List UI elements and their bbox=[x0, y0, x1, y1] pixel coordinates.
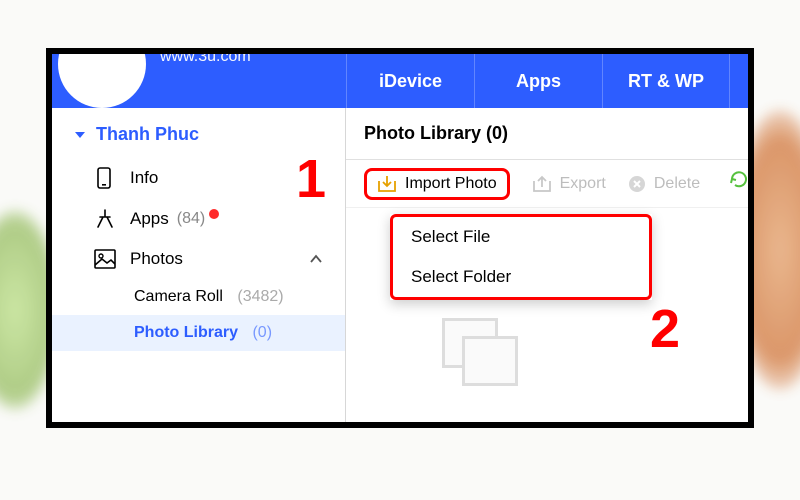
tab-apps[interactable]: Apps bbox=[474, 54, 602, 108]
phone-icon bbox=[94, 167, 116, 189]
sidebar-item-photos[interactable]: Photos bbox=[52, 239, 345, 279]
delete-button: Delete bbox=[628, 175, 700, 193]
sidebar-sub-label: Photo Library bbox=[134, 324, 238, 341]
app-window: www.3u.com iDevice Apps RT & WP Thanh Ph… bbox=[46, 48, 754, 428]
top-bar: www.3u.com iDevice Apps RT & WP bbox=[52, 54, 748, 108]
apps-icon bbox=[94, 209, 116, 229]
tab-idevice[interactable]: iDevice bbox=[346, 54, 474, 108]
button-label: Delete bbox=[654, 175, 700, 193]
sidebar-item-info[interactable]: Info bbox=[52, 157, 345, 199]
button-label: Export bbox=[560, 175, 606, 193]
export-icon bbox=[532, 175, 552, 193]
sidebar-sub-photo-library[interactable]: Photo Library (0) bbox=[52, 315, 345, 351]
delete-icon bbox=[628, 175, 646, 193]
brand-logo bbox=[58, 48, 146, 108]
refresh-icon[interactable] bbox=[728, 168, 750, 195]
sidebar-item-label: Info bbox=[130, 168, 158, 188]
toolbar: Import Photo Export Delete bbox=[346, 160, 748, 208]
brand-url: www.3u.com bbox=[160, 48, 251, 66]
sidebar-item-count: (84) bbox=[177, 210, 205, 228]
device-name: Thanh Phuc bbox=[96, 124, 199, 145]
image-icon bbox=[94, 249, 116, 269]
sidebar-sub-count: (0) bbox=[252, 324, 272, 341]
sidebar-sub-count: (3482) bbox=[237, 288, 283, 305]
dropdown-select-folder[interactable]: Select Folder bbox=[393, 257, 649, 297]
button-label: Import Photo bbox=[405, 175, 497, 193]
export-button: Export bbox=[532, 175, 606, 193]
tab-rt-wp[interactable]: RT & WP bbox=[602, 54, 730, 108]
sidebar-item-apps[interactable]: Apps (84) bbox=[52, 199, 345, 239]
sidebar-sub-label: Camera Roll bbox=[134, 288, 223, 305]
empty-placeholder-icon bbox=[442, 318, 534, 398]
chevron-up-icon[interactable] bbox=[309, 252, 323, 266]
sidebar-sub-camera-roll[interactable]: Camera Roll (3482) bbox=[52, 279, 345, 315]
notification-dot-icon bbox=[209, 209, 219, 219]
import-icon bbox=[377, 175, 397, 193]
dropdown-select-file[interactable]: Select File bbox=[393, 217, 649, 257]
top-tabs: iDevice Apps RT & WP bbox=[346, 54, 730, 108]
device-selector[interactable]: Thanh Phuc bbox=[52, 108, 345, 157]
main-panel: Photo Library (0) Import Photo Export bbox=[346, 108, 748, 422]
import-photo-button[interactable]: Import Photo bbox=[364, 168, 510, 200]
sidebar-item-label: Photos bbox=[130, 249, 183, 269]
panel-title: Photo Library (0) bbox=[364, 123, 508, 144]
import-dropdown: Select File Select Folder bbox=[390, 214, 652, 300]
sidebar-item-label: Apps bbox=[130, 209, 169, 229]
sidebar: Thanh Phuc Info Apps (84) P bbox=[52, 108, 346, 422]
chevron-down-icon bbox=[74, 129, 86, 141]
